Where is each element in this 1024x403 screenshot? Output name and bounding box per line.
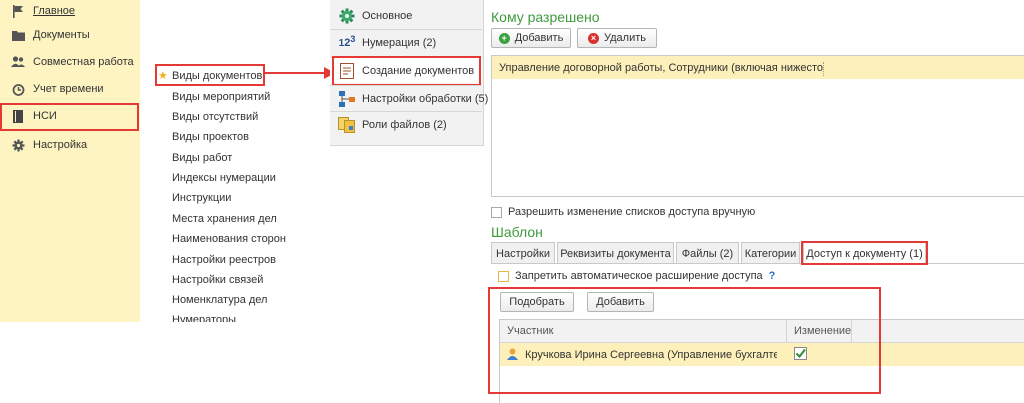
folder-icon bbox=[11, 28, 25, 42]
add-button-label: Добавить bbox=[514, 32, 564, 44]
gear-icon bbox=[11, 138, 25, 152]
nav-item-label: Настройка bbox=[33, 139, 88, 151]
clock-icon bbox=[11, 82, 25, 96]
sections-panel bbox=[0, 0, 140, 322]
allowed-row-text: Управление договорной работы, Сотрудники… bbox=[499, 62, 824, 76]
file-roles-icon bbox=[338, 116, 356, 134]
template-section-title: Шаблон bbox=[491, 224, 543, 240]
settings-item-label: Роли файлов (2) bbox=[362, 118, 447, 131]
annotation-highlight-document-types bbox=[155, 64, 265, 86]
settings-item-processing-settings[interactable]: Настройки обработки (5) bbox=[330, 85, 488, 111]
ref-item[interactable]: Виды отсутствий bbox=[172, 111, 258, 123]
plus-icon: + bbox=[498, 32, 510, 44]
nav-item-label: Документы bbox=[33, 29, 90, 41]
annotation-highlight-document-creation bbox=[332, 56, 481, 86]
nav-item-settings[interactable]: Настройка bbox=[0, 134, 140, 156]
ref-item[interactable]: Виды работ bbox=[172, 152, 232, 164]
settings-item-main[interactable]: Основное bbox=[330, 3, 482, 29]
checkbox[interactable] bbox=[498, 270, 509, 282]
add-allowed-button[interactable]: + Добавить bbox=[491, 28, 571, 48]
list-item[interactable]: Управление договорной работы, Сотрудники… bbox=[492, 56, 1024, 79]
ref-item[interactable]: Места хранения дел bbox=[172, 213, 277, 225]
users-icon bbox=[11, 55, 25, 69]
ref-item-clipped: Нумераторы bbox=[172, 314, 237, 322]
manual-access-label: Разрешить изменение списков доступа вруч… bbox=[508, 206, 756, 218]
forbid-auto-expansion-label: Запретить автоматическое расширение дост… bbox=[515, 270, 763, 282]
numbering-icon: 123 bbox=[338, 33, 356, 49]
settings-item-label: Нумерация (2) bbox=[362, 36, 437, 49]
allowed-section-title: Кому разрешено bbox=[491, 9, 600, 25]
settings-item-label: Основное bbox=[362, 10, 413, 22]
tab-document-attributes[interactable]: Реквизиты документа bbox=[557, 242, 674, 264]
delete-button-label: Удалить bbox=[604, 32, 646, 44]
allowed-list[interactable]: Управление договорной работы, Сотрудники… bbox=[491, 55, 1024, 197]
delete-allowed-button[interactable]: × Удалить bbox=[577, 28, 657, 48]
ref-item[interactable]: Индексы нумерации bbox=[172, 172, 276, 184]
annotation-arrow bbox=[265, 67, 335, 79]
nav-item-collaboration[interactable]: Совместная работа bbox=[0, 51, 140, 73]
ref-item[interactable]: Наименования сторон bbox=[172, 233, 286, 245]
settings-item-label: Настройки обработки (5) bbox=[362, 92, 489, 105]
annotation-highlight-nsi bbox=[0, 103, 139, 131]
flag-icon bbox=[11, 4, 25, 18]
ref-item[interactable]: Виды проектов bbox=[172, 131, 249, 143]
ref-item[interactable]: Настройки реестров bbox=[172, 254, 276, 266]
workflow-icon bbox=[338, 90, 356, 108]
nav-item-label: Совместная работа bbox=[33, 56, 134, 68]
nav-item-label: Учет времени bbox=[33, 83, 104, 95]
annotation-highlight-access-tab bbox=[801, 241, 928, 265]
gear-icon bbox=[338, 7, 356, 25]
ref-item[interactable]: Виды мероприятий bbox=[172, 91, 270, 103]
forbid-auto-expansion-checkbox[interactable]: Запретить автоматическое расширение дост… bbox=[498, 270, 775, 282]
tabs-divider bbox=[491, 263, 1024, 264]
ref-item[interactable]: Инструкции bbox=[172, 192, 231, 204]
delete-icon: × bbox=[588, 32, 599, 44]
nav-item-time-tracking[interactable]: Учет времени bbox=[0, 78, 140, 100]
nav-item-documents[interactable]: Документы bbox=[0, 24, 140, 46]
manual-access-checkbox[interactable]: Разрешить изменение списков доступа вруч… bbox=[491, 206, 755, 218]
settings-item-file-roles[interactable]: Роли файлов (2) bbox=[330, 111, 482, 137]
tab-settings[interactable]: Настройки bbox=[491, 242, 555, 264]
tab-categories[interactable]: Категории bbox=[741, 242, 800, 264]
settings-item-numbering[interactable]: 123 Нумерация (2) bbox=[330, 29, 482, 55]
annotation-highlight-participants bbox=[488, 287, 881, 394]
checkbox[interactable] bbox=[491, 206, 502, 218]
nav-item-label: Главное bbox=[33, 5, 76, 17]
help-icon[interactable]: ? bbox=[769, 270, 776, 282]
nav-item-main[interactable]: Главное bbox=[0, 0, 140, 22]
ref-item[interactable]: Настройки связей bbox=[172, 274, 263, 286]
tab-files[interactable]: Файлы (2) bbox=[676, 242, 739, 264]
ref-item[interactable]: Номенклатура дел bbox=[172, 294, 267, 306]
